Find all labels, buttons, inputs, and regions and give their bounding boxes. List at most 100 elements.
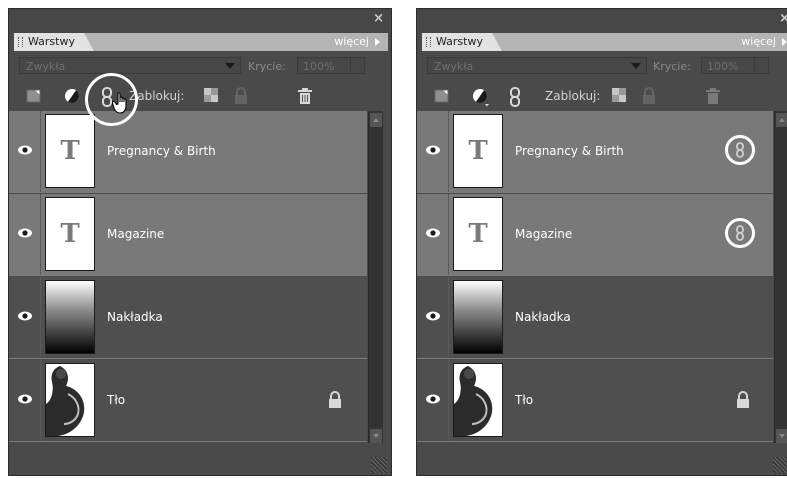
eye-icon: [18, 228, 32, 238]
layer-row[interactable]: Tło: [9, 360, 367, 442]
new-layer-icon[interactable]: [433, 87, 451, 109]
layers-panel-before: × Warstwy więcej Zwykła Krycie: 100% Zab…: [8, 8, 392, 476]
panel-tab-strip: Warstwy więcej: [14, 33, 388, 51]
visibility-toggle[interactable]: [9, 111, 41, 192]
tab-layers[interactable]: Warstwy: [14, 33, 94, 51]
visibility-toggle[interactable]: [417, 277, 449, 358]
dropdown-arrow-icon: [631, 63, 641, 69]
layer-name: Nakładka: [107, 310, 163, 324]
eye-icon: [426, 228, 440, 238]
blend-mode-select[interactable]: Zwykła: [427, 57, 647, 74]
layer-tools-row: Zablokuj:: [9, 81, 391, 111]
resize-grip-icon[interactable]: [371, 457, 387, 473]
eye-icon: [426, 145, 440, 155]
scroll-down-button[interactable]: [776, 429, 787, 443]
panel-footer: [417, 443, 787, 475]
trash-icon[interactable]: [297, 87, 313, 109]
layer-thumbnail-photo: [45, 363, 95, 437]
layer-thumbnail-text: T: [45, 197, 95, 271]
lock-transparent-pixels-icon[interactable]: [203, 87, 219, 107]
opacity-dropdown-button[interactable]: [350, 57, 365, 74]
layer-tools-row: Zablokuj:: [417, 81, 787, 111]
layer-name: Pregnancy & Birth: [515, 144, 624, 158]
lock-all-icon[interactable]: [641, 87, 657, 109]
layers-panel-after: × Warstwy więcej Zwykła Krycie: 100% Z: [416, 8, 787, 476]
more-menu-label: więcej: [741, 35, 776, 48]
panel-footer: [9, 443, 391, 475]
visibility-toggle[interactable]: [417, 194, 449, 275]
lock-icon: [735, 391, 751, 413]
layers-scrollbar[interactable]: [774, 111, 787, 445]
visibility-toggle[interactable]: [417, 360, 449, 441]
opacity-dropdown-button[interactable]: [754, 57, 769, 74]
hand-pointer-icon: [111, 92, 132, 118]
panel-title-bar[interactable]: ×: [417, 9, 787, 33]
opacity-label: Krycie:: [248, 60, 286, 73]
layer-row[interactable]: Nakładka: [417, 277, 773, 359]
triangle-right-icon: [375, 38, 380, 46]
layer-row[interactable]: Nakładka: [9, 277, 367, 359]
layer-name: Magazine: [107, 227, 165, 241]
opacity-value: 100%: [707, 60, 739, 73]
scroll-up-button[interactable]: [370, 113, 382, 127]
close-icon[interactable]: ×: [373, 11, 384, 26]
blend-mode-value: Zwykła: [26, 60, 66, 73]
panel-title-bar[interactable]: ×: [9, 9, 391, 33]
layer-row[interactable]: T Magazine: [417, 194, 773, 276]
resize-grip-icon[interactable]: [773, 457, 787, 473]
visibility-toggle[interactable]: [417, 111, 449, 192]
dropdown-arrow-icon: [225, 63, 235, 69]
layers-scrollbar[interactable]: [368, 111, 383, 445]
tab-layers[interactable]: Warstwy: [422, 33, 502, 51]
layer-thumbnail-photo: [453, 363, 503, 437]
layers-list: T Pregnancy & Birth T Magazine Nakładka: [417, 111, 773, 445]
layer-name: Pregnancy & Birth: [107, 144, 216, 158]
eye-icon: [18, 145, 32, 155]
lock-label: Zablokuj:: [545, 89, 601, 103]
layer-name: Nakładka: [515, 310, 571, 324]
eye-icon: [18, 394, 32, 404]
blend-mode-select[interactable]: Zwykła: [19, 57, 241, 74]
visibility-toggle[interactable]: [9, 277, 41, 358]
layer-options-row: Zwykła Krycie: 100%: [417, 53, 787, 79]
eye-icon: [426, 394, 440, 404]
chain-link-icon: [736, 225, 744, 241]
more-menu-label: więcej: [334, 35, 369, 48]
layer-name: Tło: [107, 393, 126, 407]
layer-row[interactable]: T Pregnancy & Birth: [417, 111, 773, 193]
scroll-down-button[interactable]: [370, 429, 382, 443]
adjustment-layer-icon[interactable]: [471, 87, 491, 111]
eye-icon: [18, 311, 32, 321]
link-indicator-highlight: [725, 218, 755, 248]
layer-row[interactable]: T Pregnancy & Birth: [9, 111, 367, 193]
triangle-right-icon: [782, 38, 787, 46]
layer-thumbnail-gradient: [45, 280, 95, 354]
opacity-value: 100%: [303, 60, 335, 73]
tab-layers-label: Warstwy: [28, 35, 75, 48]
layer-thumbnail-text: T: [453, 197, 503, 271]
visibility-toggle[interactable]: [9, 360, 41, 441]
visibility-toggle[interactable]: [9, 194, 41, 275]
more-menu-button[interactable]: więcej: [741, 33, 787, 51]
lock-transparent-pixels-icon[interactable]: [611, 87, 627, 107]
tab-layers-label: Warstwy: [436, 35, 483, 48]
adjustment-layer-icon[interactable]: [63, 87, 83, 109]
link-indicator-highlight: [725, 135, 755, 165]
new-layer-icon[interactable]: [25, 87, 43, 109]
panel-tab-strip: Warstwy więcej: [422, 33, 787, 51]
link-layers-button[interactable]: [508, 87, 522, 111]
lock-all-icon[interactable]: [233, 87, 249, 109]
layer-row[interactable]: Tło: [417, 360, 773, 442]
layer-thumbnail-text: T: [453, 114, 503, 188]
blend-mode-value: Zwykła: [434, 60, 474, 73]
layer-row[interactable]: T Magazine: [9, 194, 367, 276]
close-icon[interactable]: ×: [779, 11, 787, 26]
trash-icon[interactable]: [705, 87, 721, 109]
chain-link-icon: [736, 142, 744, 158]
more-menu-button[interactable]: więcej: [334, 33, 380, 51]
opacity-field[interactable]: 100%: [701, 57, 769, 74]
opacity-field[interactable]: 100%: [297, 57, 365, 74]
lock-icon: [327, 391, 343, 413]
eye-icon: [426, 311, 440, 321]
scroll-up-button[interactable]: [776, 113, 787, 127]
